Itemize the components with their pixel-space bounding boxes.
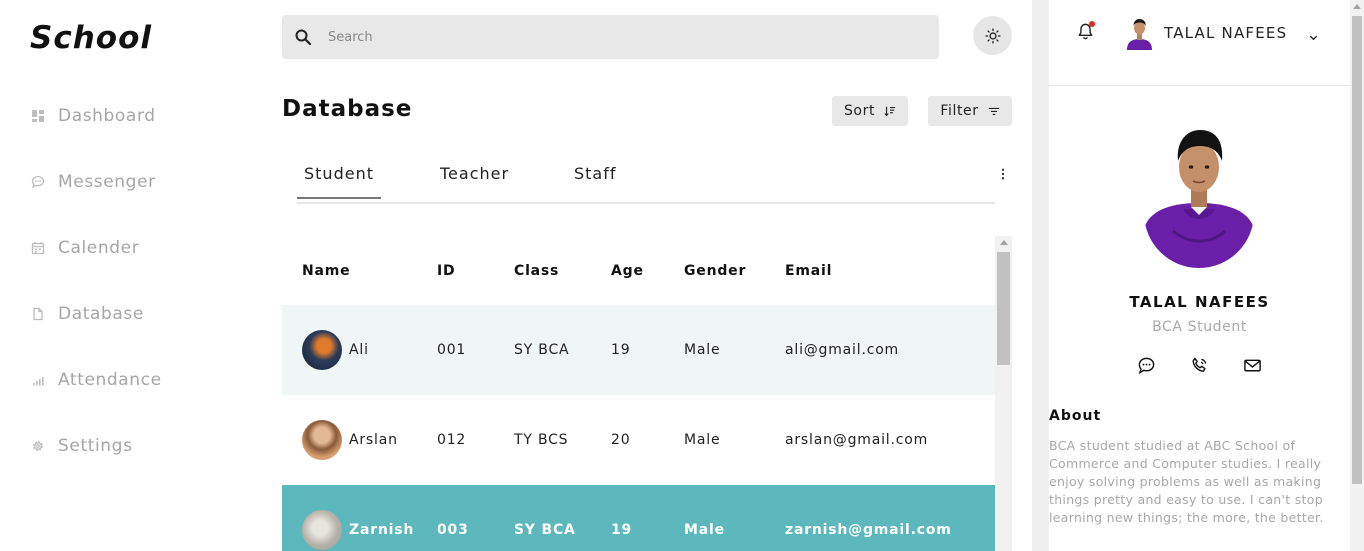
cell-age: 20 <box>611 432 631 448</box>
phone-call-icon[interactable] <box>1190 356 1209 375</box>
scrollbar-thumb[interactable] <box>997 252 1010 365</box>
sidebar-item-label: Settings <box>58 436 133 456</box>
sidebar-item-label: Messenger <box>58 172 156 192</box>
sidebar-item-database[interactable]: Database <box>30 297 162 331</box>
page-scrollbar[interactable] <box>1350 0 1364 551</box>
app-logo: School <box>30 20 152 56</box>
contact-actions <box>1137 356 1262 375</box>
profile-panel: TALAL NAFEES TALAL NAFEES BCA Student Ab… <box>1049 0 1350 551</box>
col-header-id[interactable]: ID <box>437 263 514 279</box>
cell-id: 001 <box>437 342 467 358</box>
sidebar-item-calender[interactable]: Calender <box>30 231 162 265</box>
search-icon <box>294 28 312 46</box>
page-title: Database <box>282 96 413 122</box>
tab-staff[interactable]: Staff <box>574 164 617 183</box>
theme-toggle-button[interactable] <box>973 16 1012 55</box>
file-icon <box>30 306 46 322</box>
cell-id: 012 <box>437 432 467 448</box>
notification-dot <box>1089 21 1095 27</box>
mail-icon[interactable] <box>1243 356 1262 375</box>
about-heading: About <box>1049 408 1102 424</box>
avatar <box>302 330 342 370</box>
cell-gender: Male <box>684 522 725 538</box>
chevron-down-icon <box>1308 32 1319 43</box>
sidebar-item-label: Database <box>58 304 144 324</box>
tab-bar: Student Teacher Staff <box>297 162 995 204</box>
sort-label: Sort <box>843 103 876 119</box>
chat-bubble-icon <box>30 174 46 190</box>
sidebar-nav: Dashboard Messenger Calender Database At… <box>30 99 162 495</box>
sort-icon <box>884 105 896 117</box>
student-table: Name ID Class Age Gender Email Ali 001 S… <box>282 236 995 551</box>
table-row[interactable]: Arslan 012 TY BCS 20 Male arslan@gmail.c… <box>282 395 995 485</box>
message-icon[interactable] <box>1137 356 1156 375</box>
col-header-name[interactable]: Name <box>282 263 437 279</box>
cell-id: 003 <box>437 522 469 538</box>
profile-photo <box>1143 119 1255 269</box>
tab-teacher[interactable]: Teacher <box>440 164 509 183</box>
table-row-selected[interactable]: Zarnish 003 SY BCA 19 Male zarnish@gmail… <box>282 485 995 551</box>
col-header-class[interactable]: Class <box>514 263 611 279</box>
scroll-up-arrow-icon[interactable] <box>1353 4 1361 9</box>
bar-chart-icon <box>30 372 46 388</box>
cell-class: TY BCS <box>514 432 569 448</box>
filter-icon <box>988 105 1000 117</box>
table-row[interactable]: Ali 001 SY BCA 19 Male ali@gmail.com <box>282 305 995 395</box>
notification-bell-button[interactable] <box>1076 21 1096 42</box>
sun-icon <box>984 27 1001 44</box>
sidebar-item-attendance[interactable]: Attendance <box>30 363 162 397</box>
col-header-email[interactable]: Email <box>785 263 995 279</box>
col-header-age[interactable]: Age <box>611 263 684 279</box>
panel-divider <box>1032 0 1049 551</box>
more-options-button[interactable] <box>995 165 1011 183</box>
cell-age: 19 <box>611 522 633 538</box>
cell-name: Zarnish <box>349 522 415 538</box>
cell-age: 19 <box>611 342 631 358</box>
app-root: School Dashboard Messenger Calender Data… <box>0 0 1364 551</box>
cell-name: Arslan <box>349 432 398 448</box>
avatar <box>302 510 342 550</box>
sidebar-item-label: Dashboard <box>58 106 156 126</box>
user-menu-dropdown[interactable] <box>1308 28 1320 43</box>
grid-icon <box>30 108 46 124</box>
avatar <box>302 420 342 460</box>
sidebar-item-settings[interactable]: Settings <box>30 429 162 463</box>
cell-email: zarnish@gmail.com <box>785 522 952 538</box>
sidebar-item-label: Attendance <box>58 370 162 390</box>
about-text: BCA student studied at ABC School of Com… <box>1049 438 1324 525</box>
user-header: TALAL NAFEES <box>1049 0 1350 86</box>
table-scrollbar[interactable] <box>995 236 1012 551</box>
sort-button[interactable]: Sort <box>832 96 908 126</box>
cell-gender: Male <box>684 342 721 358</box>
cell-gender: Male <box>684 432 721 448</box>
scroll-up-arrow-icon[interactable] <box>1000 240 1008 245</box>
search-bar <box>282 15 939 59</box>
gear-icon <box>30 438 46 454</box>
calendar-icon <box>30 240 46 256</box>
scrollbar-thumb[interactable] <box>1352 16 1362 484</box>
user-name[interactable]: TALAL NAFEES <box>1164 24 1287 42</box>
sidebar-item-dashboard[interactable]: Dashboard <box>30 99 162 133</box>
kebab-menu-icon <box>1001 168 1005 180</box>
table-header: Name ID Class Age Gender Email <box>282 236 995 305</box>
search-input[interactable] <box>328 29 908 45</box>
cell-class: SY BCA <box>514 522 576 538</box>
filter-button[interactable]: Filter <box>928 96 1012 126</box>
tab-student[interactable]: Student <box>297 164 381 199</box>
col-header-gender[interactable]: Gender <box>684 263 785 279</box>
avatar[interactable] <box>1125 17 1154 50</box>
profile-role: BCA Student <box>1152 319 1247 335</box>
sidebar-item-messenger[interactable]: Messenger <box>30 165 162 199</box>
cell-name: Ali <box>349 342 369 358</box>
filter-label: Filter <box>940 103 979 119</box>
profile-name: TALAL NAFEES <box>1129 293 1270 311</box>
cell-class: SY BCA <box>514 342 570 358</box>
cell-email: ali@gmail.com <box>785 342 899 358</box>
cell-email: arslan@gmail.com <box>785 432 929 448</box>
sidebar-item-label: Calender <box>58 238 140 258</box>
